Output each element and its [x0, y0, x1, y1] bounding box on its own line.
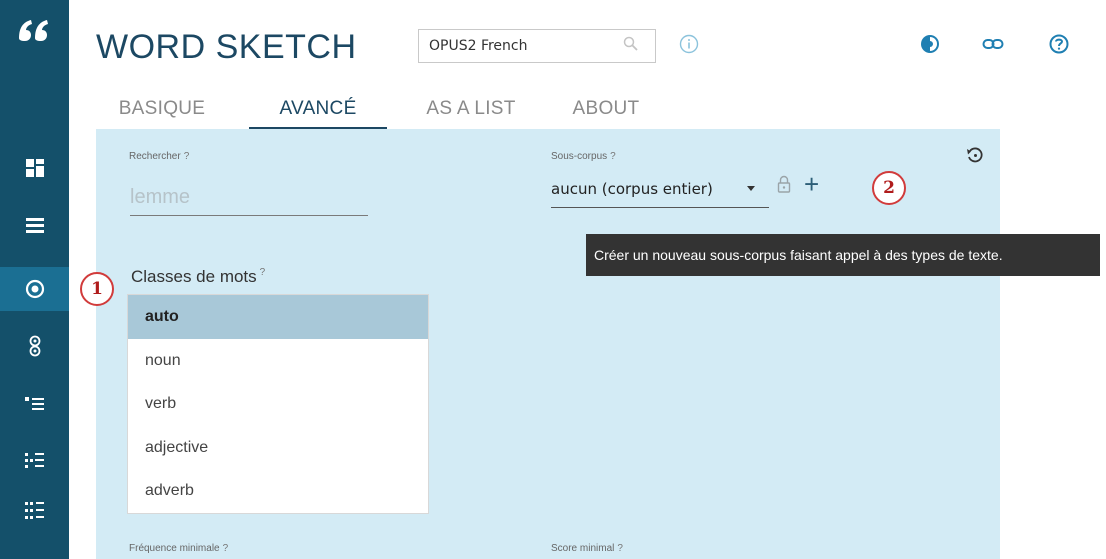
help-icon[interactable] [1049, 34, 1069, 54]
subcorpus-label-text: Sous-corpus [551, 151, 608, 162]
sidebar-item-dotted-list[interactable] [0, 438, 69, 482]
sidebar-item-bullets[interactable] [0, 382, 69, 426]
callout-1: 1 [80, 272, 114, 306]
target-icon [25, 279, 44, 299]
corpus-select[interactable] [418, 29, 656, 63]
list-item[interactable]: adjective [128, 426, 428, 470]
word-class-label: Classes de mots? [131, 267, 265, 287]
subcorpus-help[interactable]: ? [610, 151, 616, 162]
dashboard-icon [25, 159, 44, 177]
search-label-text: Rechercher [129, 151, 181, 162]
search-label: Rechercher? [129, 151, 189, 162]
list-item[interactable]: verb [128, 382, 428, 426]
subcorpus-label: Sous-corpus? [551, 151, 616, 162]
tab-basique[interactable]: BASIQUE [112, 90, 212, 127]
reset-icon[interactable] [966, 146, 984, 164]
add-subcorpus-button[interactable]: + [804, 171, 819, 197]
subcorpus-select[interactable]: aucun (corpus entier) [551, 173, 769, 208]
theme-icon[interactable] [920, 34, 940, 54]
subcorpus-tooltip: Créer un nouveau sous-corpus faisant app… [586, 234, 1100, 276]
search-help[interactable]: ? [184, 151, 190, 162]
min-score-help[interactable]: ? [617, 543, 623, 554]
sidebar-item-grid-list[interactable] [0, 489, 69, 533]
tab-about[interactable]: ABOUT [566, 90, 646, 127]
link-icon[interactable] [982, 34, 1004, 54]
sidebar-item-dashboard[interactable] [0, 146, 69, 190]
list-icon [25, 218, 44, 233]
tab-as-a-list[interactable]: AS A LIST [416, 90, 526, 127]
info-icon[interactable] [679, 34, 699, 54]
min-score-label-text: Score minimal [551, 543, 615, 554]
grid-list-icon [24, 502, 44, 519]
list-item[interactable]: adverb [128, 469, 428, 513]
min-freq-label: Fréquence minimale? [129, 543, 228, 554]
lemma-input[interactable] [130, 179, 368, 216]
min-freq-help[interactable]: ? [223, 543, 229, 554]
sidebar-item-word-sketch[interactable] [0, 267, 69, 311]
chevron-down-icon [747, 186, 755, 191]
corpus-input[interactable] [419, 30, 629, 62]
logo-icon[interactable] [11, 14, 55, 50]
dotted-list-icon [24, 453, 44, 468]
word-class-list[interactable]: auto noun verb adjective adverb [127, 294, 429, 514]
two-circles-icon [29, 335, 40, 357]
callout-2: 2 [872, 171, 906, 205]
sidebar [0, 0, 69, 559]
min-freq-label-text: Fréquence minimale [129, 543, 220, 554]
sidebar-item-list[interactable] [0, 204, 69, 248]
tab-avance[interactable]: AVANCÉ [249, 90, 387, 130]
word-class-help[interactable]: ? [260, 267, 266, 278]
subcorpus-value: aucun (corpus entier) [551, 180, 713, 198]
lock-icon[interactable] [777, 175, 791, 193]
bullet-list-icon [24, 397, 44, 410]
list-item[interactable]: auto [128, 295, 428, 339]
search-icon[interactable] [623, 36, 639, 52]
min-score-label: Score minimal? [551, 543, 623, 554]
app-title: WORD SKETCH [96, 28, 357, 66]
sidebar-item-compare[interactable] [0, 324, 69, 368]
word-class-label-text: Classes de mots [131, 267, 257, 286]
list-item[interactable]: noun [128, 339, 428, 383]
